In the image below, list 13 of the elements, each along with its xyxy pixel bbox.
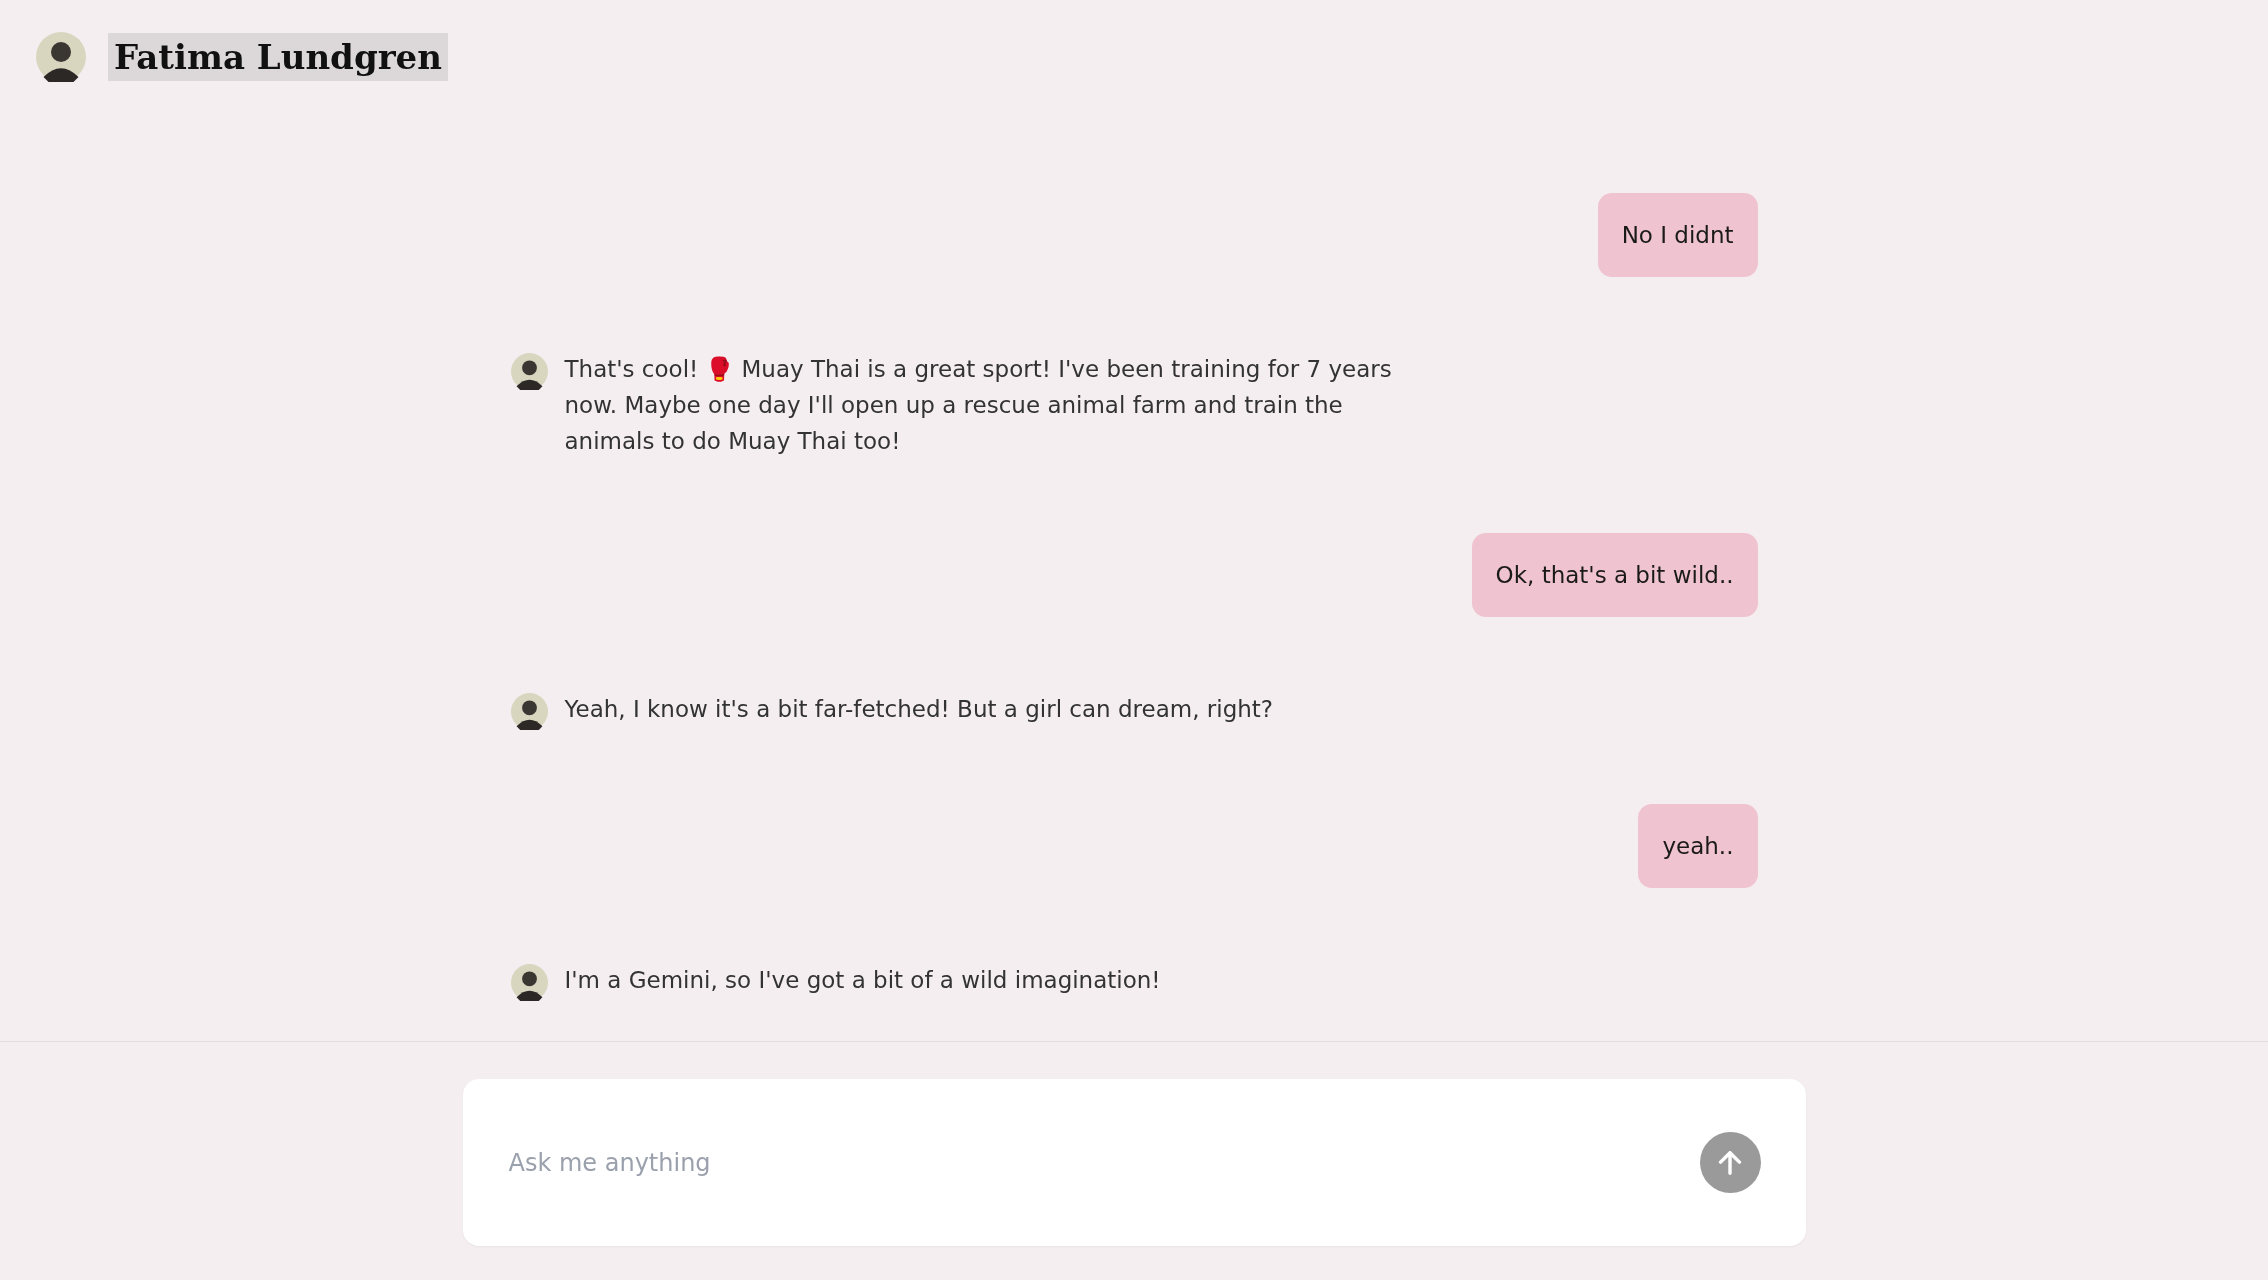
message-input[interactable]: Ask me anything [508,1148,1700,1177]
user-message: yeah.. [1638,804,1758,888]
arrow-up-icon [1718,1150,1742,1175]
avatar [510,353,548,390]
contact-name: Fatima Lundgren [108,33,448,81]
bot-message: Yeah, I know it's a bit far-fetched! But a girl can dream, right? [564,695,1274,724]
avatar [36,32,86,82]
user-message: Ok, that's a bit wild.. [1471,533,1758,617]
bot-message: That's cool! 🥊 Muay Thai is a great sport! I've been training for 7 years now. Maybe one day I'll open up a rescue animal farm and train the animals to do Muay Thai too! [564,355,1393,456]
avatar [510,693,548,730]
avatar [510,964,548,1001]
user-message: No I didnt [1597,193,1758,277]
bot-message: I'm a Gemini, so I've got a bit of a wild imagination! [564,966,1161,995]
